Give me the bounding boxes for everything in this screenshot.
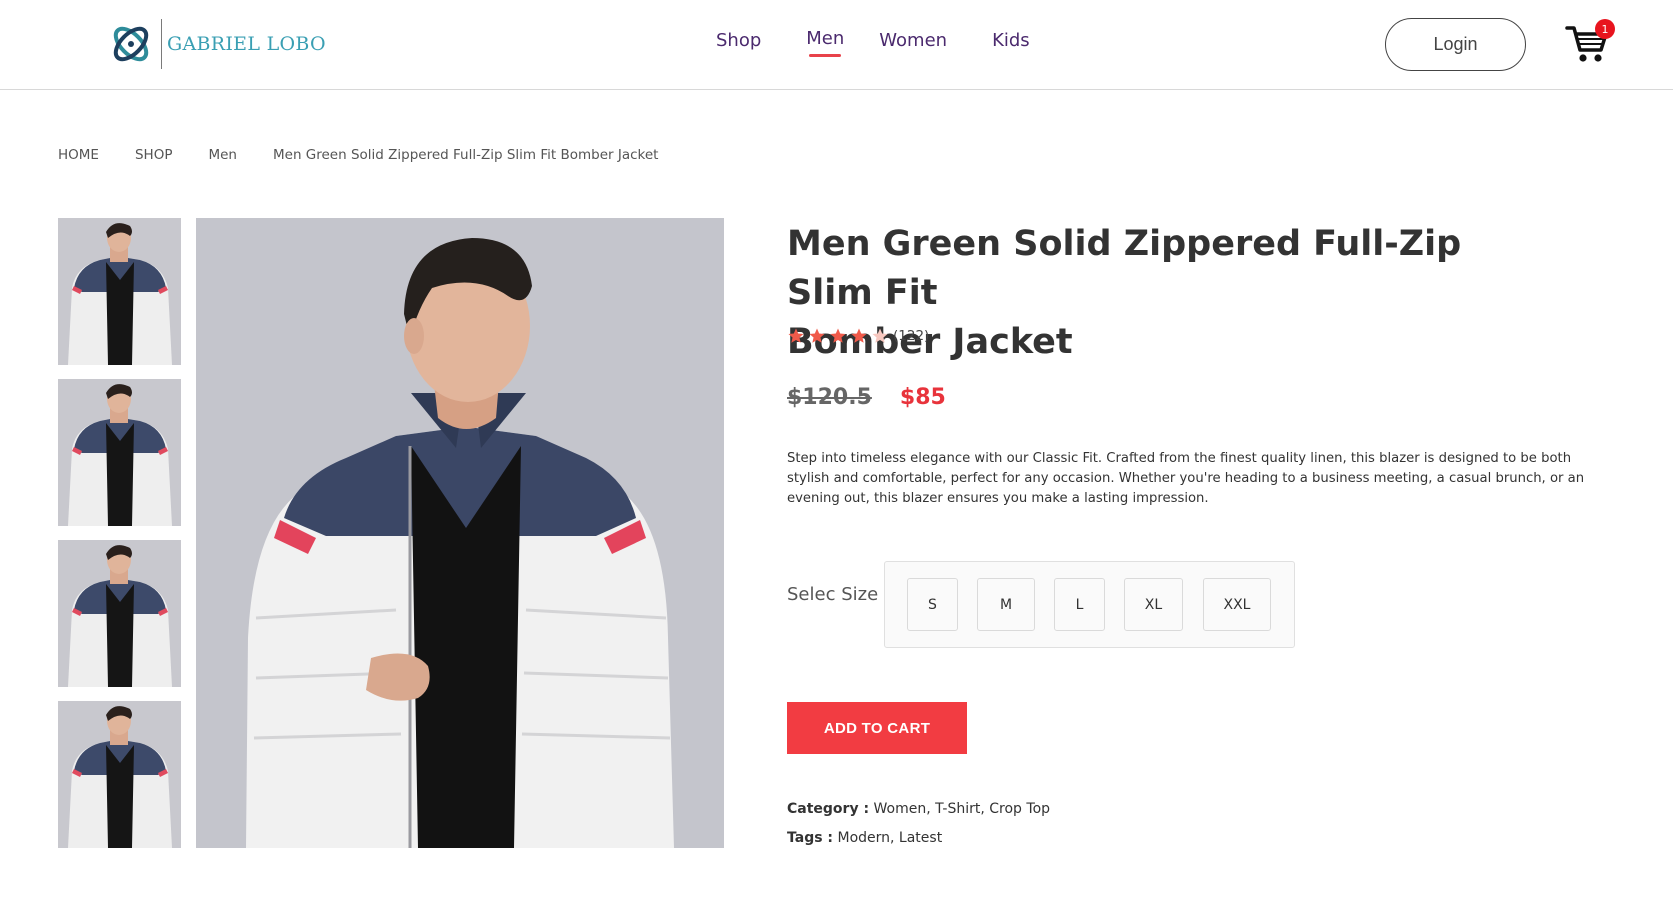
sale-price: $85 xyxy=(899,385,946,410)
product-title-line-1: Men Green Solid Zippered Full-Zip Slim F… xyxy=(787,224,1462,313)
product-thumbnail-image xyxy=(58,218,181,365)
category-link[interactable]: Crop Top xyxy=(989,801,1050,817)
tags-label: Tags : xyxy=(787,830,834,846)
category-link[interactable]: T-Shirt xyxy=(935,801,980,817)
logo-icon xyxy=(113,26,149,62)
original-price: $120.5 xyxy=(787,385,872,410)
star-filled-icon xyxy=(788,328,804,343)
cart-count-badge: 1 xyxy=(1595,19,1615,39)
product-description: Step into timeless elegance with our Cla… xyxy=(787,451,1585,506)
category-meta: Category : Women, T-Shirt, Crop Top xyxy=(787,801,1051,817)
star-filled-icon xyxy=(809,328,825,343)
breadcrumb-current: Men Green Solid Zippered Full-Zip Slim F… xyxy=(272,147,659,163)
nav-kids[interactable]: Kids xyxy=(992,30,1030,51)
nav-men[interactable]: Men xyxy=(806,28,844,57)
login-button[interactable]: Login xyxy=(1385,18,1526,71)
category-link[interactable]: Women xyxy=(874,801,927,817)
size-option-s[interactable]: S xyxy=(907,578,958,631)
breadcrumb: HOME SHOP Men Men Green Solid Zippered F… xyxy=(58,147,658,163)
site-header: GABRIEL LOBO Shop Men Women Kids Login 1 xyxy=(0,0,1673,90)
star-empty-icon xyxy=(872,328,888,343)
price-block: $120.5 $85 xyxy=(787,385,946,410)
product-thumbnail[interactable] xyxy=(58,218,181,365)
size-option-l[interactable]: L xyxy=(1054,578,1105,631)
rating-stars xyxy=(787,327,892,345)
size-option-xl[interactable]: XL xyxy=(1124,578,1183,631)
breadcrumb-home[interactable]: HOME xyxy=(58,147,99,163)
nav-women[interactable]: Women xyxy=(879,30,947,51)
product-thumbnail[interactable] xyxy=(58,379,181,526)
tag-link[interactable]: Latest xyxy=(899,830,942,846)
size-label: Selec Size xyxy=(787,584,879,605)
thumbnail-list xyxy=(58,218,181,862)
category-label: Category : xyxy=(787,801,870,817)
star-filled-icon xyxy=(830,328,846,343)
tag-link[interactable]: Modern xyxy=(837,830,890,846)
star-filled-icon xyxy=(851,328,867,343)
add-to-cart-button[interactable]: ADD TO CART xyxy=(787,702,967,754)
main-nav: Shop Men Women Kids xyxy=(716,28,1030,57)
rating-count: (122) xyxy=(893,328,930,344)
product-thumbnail[interactable] xyxy=(58,540,181,687)
size-selector: S M L XL XXL xyxy=(884,561,1295,648)
product-thumbnail[interactable] xyxy=(58,701,181,848)
logo-divider xyxy=(161,19,162,69)
product-rating: (122) xyxy=(787,327,929,345)
breadcrumb-category[interactable]: Men xyxy=(208,147,237,163)
tags-meta: Tags : Modern, Latest xyxy=(787,830,943,846)
size-option-m[interactable]: M xyxy=(977,578,1035,631)
brand-logo[interactable]: GABRIEL LOBO xyxy=(107,18,326,70)
product-main-image xyxy=(196,218,724,848)
nav-shop[interactable]: Shop xyxy=(716,30,761,51)
product-thumbnail-image xyxy=(58,701,181,848)
size-option-xxl[interactable]: XXL xyxy=(1203,578,1271,631)
product-thumbnail-image xyxy=(58,379,181,526)
product-photo xyxy=(196,218,724,848)
product-thumbnail-image xyxy=(58,540,181,687)
brand-name: GABRIEL LOBO xyxy=(167,33,326,55)
breadcrumb-shop[interactable]: SHOP xyxy=(135,147,173,163)
